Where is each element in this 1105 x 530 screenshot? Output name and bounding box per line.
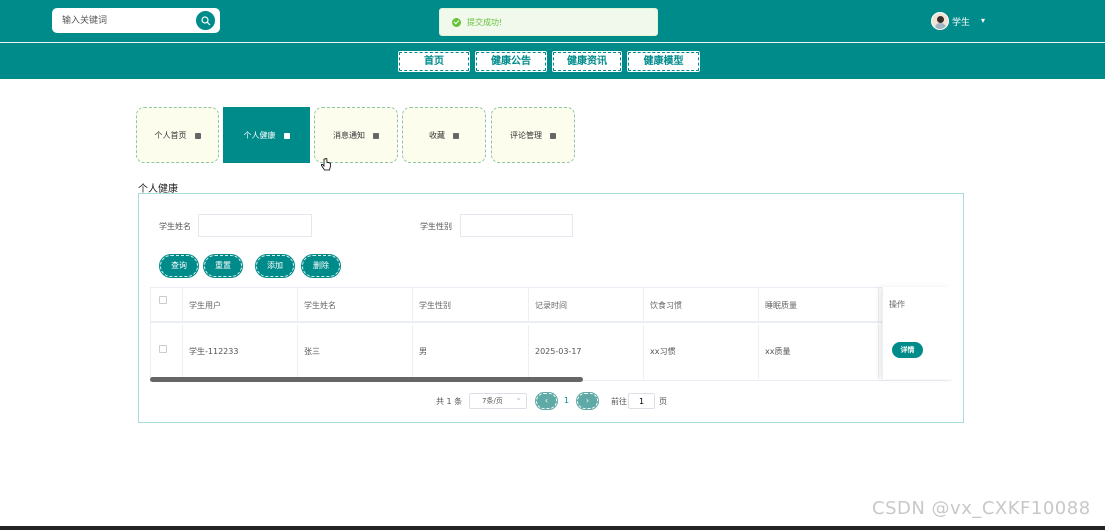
next-page-button[interactable]: ›: [576, 392, 599, 410]
chevron-right-icon: ›: [585, 396, 590, 405]
select-all-checkbox[interactable]: [159, 296, 167, 304]
tab-label: 消息通知: [333, 131, 365, 140]
search-icon: [201, 16, 211, 26]
add-button[interactable]: 添加: [255, 254, 295, 278]
tab-icon: [373, 132, 379, 139]
table-cell: 男: [413, 325, 529, 379]
detail-button[interactable]: 详情: [892, 342, 923, 358]
data-table: 学生用户 学生姓名 学生性别 记录时间 饮食习惯 睡眠质量 学生-112233 …: [150, 287, 951, 381]
select-all-header: [151, 288, 183, 323]
delete-button[interactable]: 删除: [301, 254, 341, 278]
row-select-cell: [151, 325, 183, 379]
tab-personal-home[interactable]: 个人首页: [136, 107, 219, 163]
table-cell: xx质量: [759, 325, 879, 379]
tab-label: 评论管理: [510, 131, 542, 140]
column-header: 学生性别: [413, 288, 529, 323]
column-header: 饮食习惯: [644, 288, 759, 323]
page-size-select[interactable]: 7条/页: [469, 391, 527, 409]
tab-icon: [550, 132, 556, 139]
student-name-label: 学生姓名: [159, 222, 191, 231]
page-suffix: 页: [659, 397, 667, 406]
student-gender-input[interactable]: [460, 214, 573, 237]
tab-comments[interactable]: 评论管理: [491, 107, 575, 163]
goto-label: 前往: [611, 397, 627, 406]
tab-icon: [194, 132, 201, 139]
avatar[interactable]: [931, 12, 949, 30]
operation-header: 操作: [889, 300, 905, 309]
watermark: CSDN @vx_CXKF10088: [872, 498, 1091, 519]
tab-icon: [453, 132, 459, 139]
tab-favorites[interactable]: 收藏: [402, 107, 486, 163]
tab-label: 个人首页: [154, 131, 187, 140]
tab-label: 收藏: [429, 131, 445, 140]
column-header: 学生用户: [183, 288, 298, 323]
tab-label: 个人健康: [243, 131, 276, 140]
tab-notifications[interactable]: 消息通知: [314, 107, 398, 163]
column-header: 记录时间: [529, 288, 644, 323]
tab-icon: [283, 132, 290, 139]
query-button[interactable]: 查询: [159, 254, 199, 278]
search-button[interactable]: [194, 9, 217, 32]
header-divider: [0, 42, 1105, 43]
horizontal-scrollbar[interactable]: [150, 377, 583, 382]
operation-column: 操作 详情: [882, 287, 951, 379]
row-checkbox[interactable]: [159, 345, 167, 353]
chevron-left-icon: ‹: [544, 396, 549, 405]
hand-cursor-icon: [321, 158, 331, 171]
prev-page-button[interactable]: ‹: [535, 392, 558, 410]
nav-item-news[interactable]: 健康资讯: [551, 50, 623, 73]
success-toast: 提交成功!: [439, 8, 658, 36]
table-cell: 学生-112233: [183, 325, 298, 379]
column-header: 学生姓名: [298, 288, 413, 323]
nav-item-models[interactable]: 健康模型: [626, 50, 701, 73]
caret-down-icon[interactable]: ▾: [981, 16, 985, 25]
goto-page-input[interactable]: [628, 393, 655, 409]
toast-message: 提交成功!: [467, 18, 503, 27]
nav-item-home[interactable]: 首页: [397, 50, 471, 73]
table-cell: 张三: [298, 325, 413, 379]
table-cell: 2025-03-17: [529, 325, 644, 379]
user-name[interactable]: 学生: [952, 15, 970, 28]
check-circle-icon: [452, 18, 461, 27]
table-cell: xx习惯: [644, 325, 759, 379]
nav-item-announcements[interactable]: 健康公告: [474, 50, 548, 73]
bottom-edge: [0, 526, 1105, 530]
reset-button[interactable]: 重置: [203, 254, 243, 278]
student-gender-label: 学生性别: [420, 222, 452, 231]
tab-personal-health[interactable]: 个人健康: [223, 107, 310, 163]
student-name-input[interactable]: [198, 214, 312, 237]
pager-total: 共 1 条: [436, 397, 463, 406]
current-page[interactable]: 1: [564, 396, 569, 405]
column-header: 睡眠质量: [759, 288, 879, 323]
search-input[interactable]: [62, 12, 192, 29]
